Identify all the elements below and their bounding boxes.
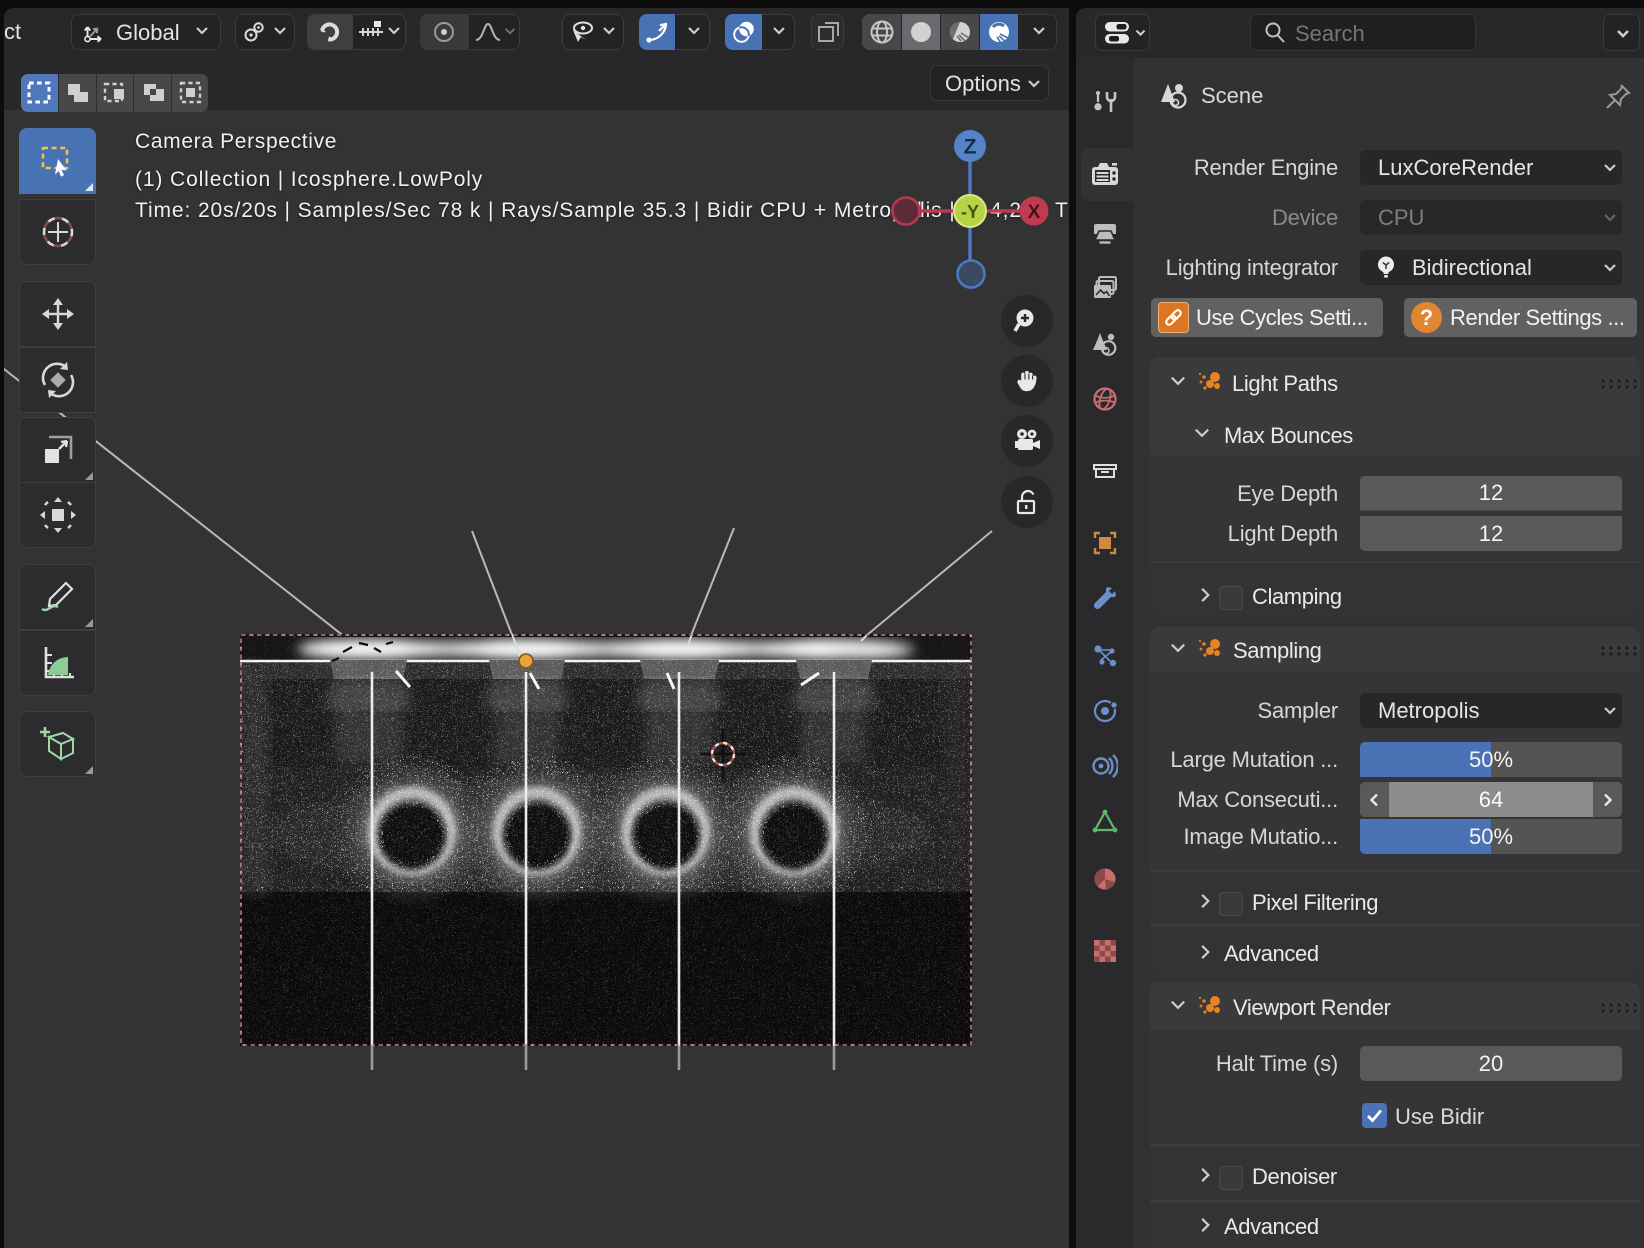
svg-text:Z: Z [964, 136, 977, 159]
svg-text:-Y: -Y [961, 202, 979, 222]
svg-text:X: X [1028, 202, 1041, 223]
